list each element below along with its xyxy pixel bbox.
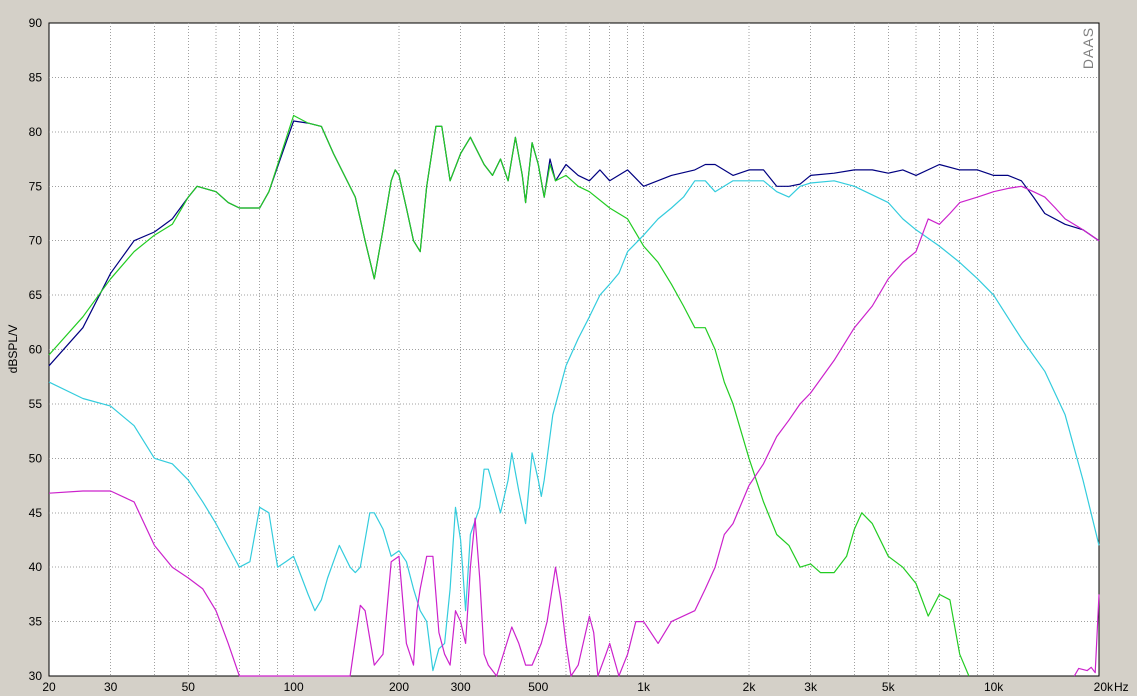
y-axis-label: dBSPL/V (6, 325, 20, 374)
y-tick-label: 85 (29, 70, 43, 84)
y-tick-label: 45 (29, 506, 43, 520)
y-tick-label: 70 (29, 234, 43, 248)
x-tick-label: 3k (804, 680, 818, 694)
x-axis-unit: Hz (1114, 680, 1129, 694)
y-tick-label: 55 (29, 397, 43, 411)
x-tick-label: 50 (182, 680, 196, 694)
y-tick-label: 75 (29, 179, 43, 193)
y-tick-label: 90 (29, 16, 43, 30)
y-tick-label: 40 (29, 560, 43, 574)
x-tick-label: 30 (104, 680, 118, 694)
frequency-response-chart: 3035404550556065707580859020 30 50 100 200 30… (6, 16, 1129, 694)
x-tick-label: 500 (528, 680, 548, 694)
x-tick-label: 20k (1094, 680, 1114, 694)
x-tick-label: 100 (284, 680, 304, 694)
y-tick-label: 65 (29, 288, 43, 302)
daas-watermark: DAAS (1080, 27, 1096, 69)
x-tick-label: 20 (42, 680, 56, 694)
x-tick-label: 300 (451, 680, 471, 694)
x-tick-label: 1k (637, 680, 651, 694)
y-tick-label: 80 (29, 125, 43, 139)
y-tick-label: 60 (29, 343, 43, 357)
x-tick-label: 2k (743, 680, 757, 694)
x-tick-label: 200 (389, 680, 409, 694)
y-tick-label: 30 (29, 669, 43, 683)
x-tick-label: 5k (882, 680, 896, 694)
y-tick-label: 35 (29, 615, 43, 629)
x-tick-label: 10k (984, 680, 1004, 694)
y-tick-label: 50 (29, 451, 43, 465)
